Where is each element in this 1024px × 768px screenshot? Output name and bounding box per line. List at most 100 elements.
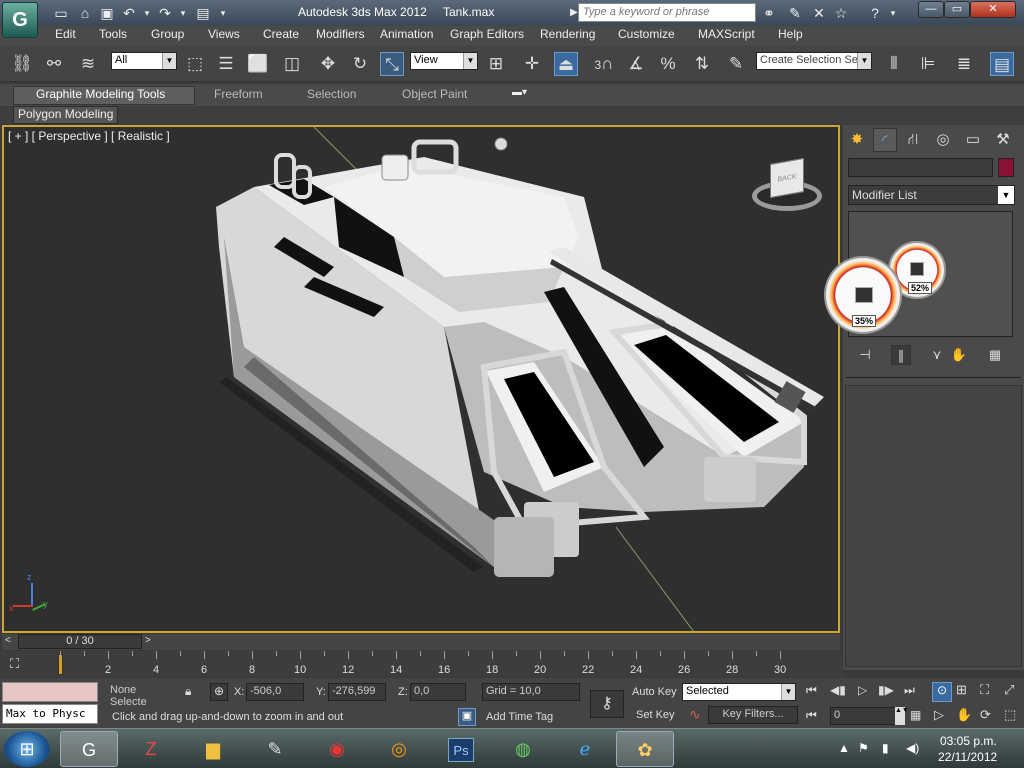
add-time-tag[interactable]: Add Time Tag — [486, 711, 553, 723]
curve-editor-icon[interactable]: ⛶ — [10, 656, 32, 672]
named-selection-sets-dropdown[interactable]: Create Selection Se ▼ — [756, 52, 872, 70]
percent-snap-icon[interactable]: % — [656, 52, 680, 76]
selection-filter-dropdown[interactable]: All ▼ — [111, 52, 177, 70]
search-input[interactable]: Type a keyword or phrase — [578, 3, 756, 22]
taskbar-pencil-icon[interactable]: ✎ — [246, 731, 304, 767]
unlink-selection-icon[interactable]: ⚯ — [42, 52, 66, 76]
zoom-all-icon[interactable]: ⊞ — [956, 682, 967, 698]
ribbon-options-icon[interactable]: ▬▾ — [512, 87, 527, 98]
motion-tab-icon[interactable]: ◎ — [931, 128, 955, 152]
layer-manager-icon[interactable]: ≣ — [952, 52, 976, 76]
tab-object-paint[interactable]: Object Paint — [402, 87, 467, 101]
edit-named-selection-icon[interactable]: ✎ — [724, 52, 748, 76]
selection-lock-icon[interactable]: 🔒︎ — [185, 684, 191, 699]
object-name-field[interactable] — [848, 158, 993, 177]
time-slider[interactable]: 0 / 30 < > — [2, 634, 840, 650]
orbit-icon[interactable]: ⟳ — [980, 707, 991, 723]
project-folder-icon[interactable]: ▤ — [194, 4, 212, 22]
taskbar-filezilla-icon[interactable]: Z — [122, 731, 180, 767]
clock-date[interactable]: 22/11/2012 — [938, 750, 997, 764]
field-of-view-icon[interactable]: ▷ — [934, 707, 944, 723]
start-button[interactable]: ⊞ — [4, 731, 50, 767]
taskbar-chrome-icon[interactable]: ◉ — [308, 731, 366, 767]
menu-rendering[interactable]: Rendering — [540, 27, 595, 41]
window-crossing-icon[interactable]: ◫ — [280, 52, 304, 76]
taskbar-internet-explorer-icon[interactable]: ℯ — [556, 731, 614, 767]
track-bar[interactable]: ⛶ 2 4 6 8 10 12 14 16 18 20 22 24 26 28 30 — [0, 651, 843, 677]
taskbar-globe-icon[interactable]: ◍ — [494, 731, 552, 767]
frame-spinner-icon[interactable]: ▲▼ — [895, 707, 909, 725]
hierarchy-tab-icon[interactable]: ⛙ — [901, 128, 925, 152]
absolute-transform-icon[interactable]: ⊕ — [210, 683, 228, 701]
maxscript-mini-listener-input[interactable]: Max to Physc — [2, 704, 98, 724]
open-file-icon[interactable]: ⌂ — [76, 4, 94, 22]
align-icon[interactable]: ⊫ — [916, 52, 940, 76]
mirror-icon[interactable]: ⫴ — [882, 52, 906, 76]
taskbar-explorer-icon[interactable]: ▆ — [184, 731, 242, 767]
communication-center-icon[interactable]: ✕ — [810, 4, 828, 22]
previous-frame-icon[interactable]: ◀▮ — [830, 683, 846, 697]
select-object-icon[interactable]: ⬚ — [183, 52, 207, 76]
zoom-extents-all-icon[interactable]: ⤢ — [1004, 682, 1014, 698]
minimize-button[interactable]: — — [918, 1, 944, 18]
restore-button[interactable]: ▭ — [944, 1, 970, 18]
modifier-list-dropdown[interactable]: Modifier List ▼ — [848, 185, 1015, 205]
pan-view-icon[interactable]: ✋ — [956, 707, 972, 723]
z-coordinate-field[interactable]: 0,0 — [410, 683, 466, 701]
x-coordinate-field[interactable]: -506,0 — [246, 683, 304, 701]
show-end-result-icon[interactable]: ∥ — [891, 345, 911, 365]
key-mode-dropdown[interactable]: Selected ▼ — [682, 683, 796, 701]
select-and-move-icon[interactable]: ✥ — [316, 52, 340, 76]
key-tangent-icon[interactable]: ∿ — [684, 706, 706, 726]
angle-snap-icon[interactable]: ∡ — [624, 52, 648, 76]
menu-maxscript[interactable]: MAXScript — [698, 27, 755, 41]
make-unique-icon[interactable]: ⋎ — [927, 345, 947, 365]
undo-icon[interactable]: ↶ — [120, 4, 138, 22]
set-key-icon[interactable]: ⚷ — [590, 690, 624, 718]
binoculars-icon[interactable]: ⚭ — [760, 4, 778, 22]
bind-to-space-warp-icon[interactable]: ≋ — [76, 52, 100, 76]
menu-tools[interactable]: Tools — [99, 27, 127, 41]
select-and-rotate-icon[interactable]: ↻ — [348, 52, 372, 76]
help-icon[interactable]: ? — [866, 4, 884, 22]
maximize-viewport-icon[interactable]: ⬚ — [1004, 707, 1016, 723]
select-and-manipulate-icon[interactable]: ✛ — [520, 52, 544, 76]
volume-icon[interactable]: ◀) — [906, 741, 919, 755]
menu-edit[interactable]: Edit — [55, 27, 76, 41]
menu-group[interactable]: Group — [151, 27, 184, 41]
save-icon[interactable]: ▣ — [98, 4, 116, 22]
snaps-toggle-icon[interactable]: 3∩ — [592, 52, 616, 76]
remove-modifier-icon[interactable]: ✋ — [949, 345, 969, 365]
time-slider-prev-icon[interactable]: < — [5, 635, 11, 646]
time-configuration-icon[interactable]: ▦ — [910, 708, 921, 722]
tab-freeform[interactable]: Freeform — [214, 87, 263, 101]
create-tab-icon[interactable]: ✸ — [845, 128, 869, 152]
menu-modifiers[interactable]: Modifiers — [316, 27, 365, 41]
menu-animation[interactable]: Animation — [380, 27, 433, 41]
menu-create[interactable]: Create — [263, 27, 299, 41]
perspective-viewport[interactable]: [ + ] [ Perspective ] [ Realistic ] BACK… — [2, 125, 840, 633]
tab-graphite-modeling-tools[interactable]: Graphite Modeling Tools — [36, 87, 165, 101]
next-frame-icon[interactable]: ▮▶ — [878, 683, 894, 697]
keyboard-shortcut-override-icon[interactable]: ⏏ — [554, 52, 578, 76]
go-to-start-icon[interactable]: ⏮ — [806, 683, 817, 698]
menu-customize[interactable]: Customize — [618, 27, 675, 41]
menu-views[interactable]: Views — [208, 27, 240, 41]
set-key-button[interactable]: Set Key — [636, 709, 675, 721]
rectangular-selection-icon[interactable]: ⬜ — [246, 52, 270, 76]
polygon-modeling-panel[interactable]: Polygon Modeling — [13, 106, 118, 124]
zoom-icon[interactable]: ⊙ — [932, 682, 952, 702]
graphite-toggle-icon[interactable]: ▤ — [990, 52, 1014, 76]
zoom-extents-icon[interactable]: ⛶ — [980, 682, 989, 698]
viewcube[interactable]: BACK — [752, 158, 822, 219]
tab-selection[interactable]: Selection — [307, 87, 356, 101]
time-slider-next-icon[interactable]: > — [145, 635, 151, 646]
select-and-scale-icon[interactable]: ⤡ — [380, 52, 404, 76]
menu-help[interactable]: Help — [778, 27, 803, 41]
menu-graph-editors[interactable]: Graph Editors — [450, 27, 524, 41]
app-logo-icon[interactable]: G — [2, 2, 38, 38]
reference-coordinate-dropdown[interactable]: View ▼ — [410, 52, 478, 70]
taskbar-photoshop-icon[interactable]: Ps — [432, 731, 490, 767]
new-file-icon[interactable]: ▭ — [52, 4, 70, 22]
y-coordinate-field[interactable]: -276,599 — [328, 683, 386, 701]
